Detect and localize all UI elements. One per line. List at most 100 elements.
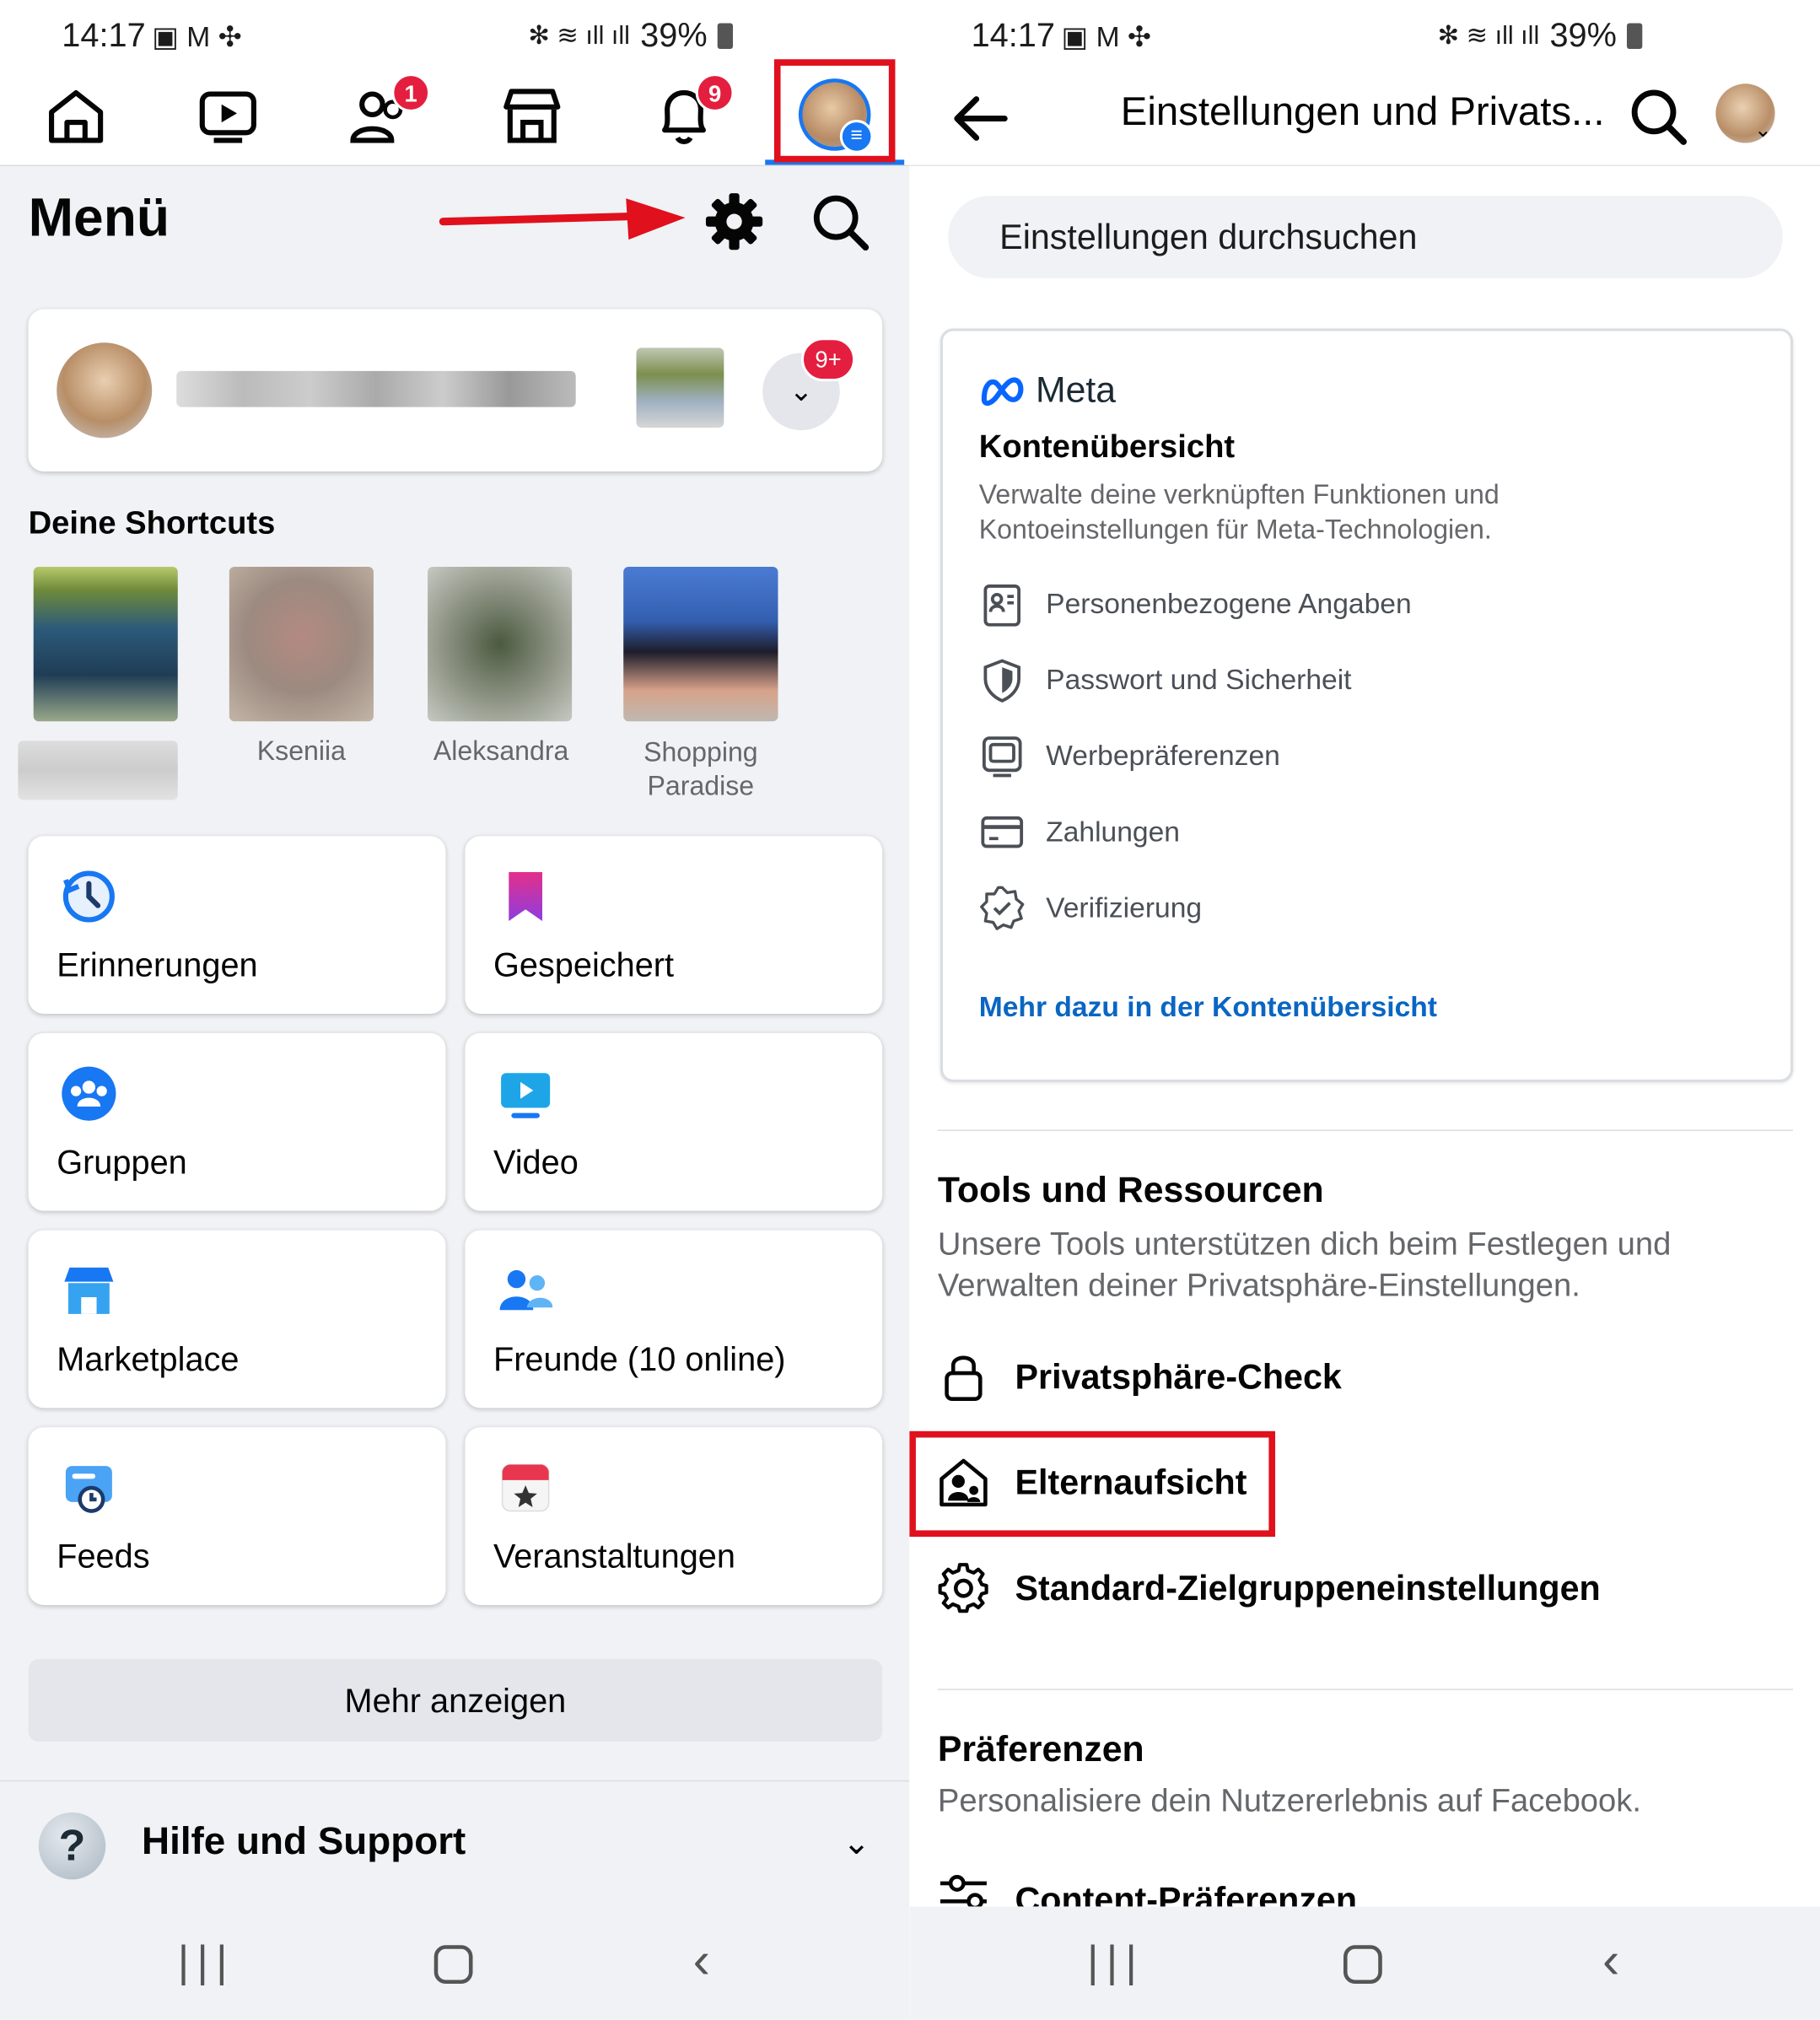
status-bar: 14:17 ▣ M ✣ ✻ ≋ ıll ıll 39% <box>0 0 910 72</box>
signal-icons: ✻ ≋ ıll ıll 39% <box>1437 15 1643 55</box>
search-icon[interactable] <box>809 191 870 252</box>
system-nav-bar: ||| ‹ <box>909 1906 1820 2020</box>
system-nav-bar: ||| ‹ <box>0 1906 910 2020</box>
help-icon: ? <box>38 1812 106 1880</box>
status-time: 14:17 <box>971 15 1055 55</box>
item-label: Zahlungen <box>1046 815 1180 848</box>
shortcut-2-label: Kseniia <box>256 736 346 767</box>
friends-badge: 1 <box>391 73 431 112</box>
meta-logo: Meta <box>979 369 1116 411</box>
status-bar: 14:17 ▣ M ✣ ✻ ≋ ıll ıll 39% <box>909 0 1820 72</box>
tile-label: Veranstaltungen <box>493 1537 735 1576</box>
feeds-icon <box>65 1466 112 1513</box>
profile-badge: 9+ <box>800 337 856 382</box>
watch-icon[interactable] <box>196 83 260 148</box>
video-icon <box>501 1073 551 1118</box>
shortcut-1-label-blurred <box>18 741 178 800</box>
back-icon[interactable]: ‹ <box>1602 1932 1619 1990</box>
tile-groups[interactable]: Gruppen <box>28 1032 446 1211</box>
settings-search-input[interactable]: Einstellungen durchsuchen <box>948 196 1783 278</box>
item-ad-preferences[interactable]: Werbepräferenzen <box>979 733 1280 779</box>
tile-label: Gruppen <box>57 1142 187 1182</box>
profile-thumb-blurred <box>636 347 724 428</box>
notifications-badge: 9 <box>695 73 735 112</box>
accounts-center-link[interactable]: Mehr dazu in der Kontenübersicht <box>979 990 1437 1024</box>
item-label: Werbepräferenzen <box>1046 739 1280 772</box>
tools-description: Unsere Tools unterstützen dich beim Fest… <box>937 1225 1672 1304</box>
settings-header: Einstellungen und Privats... ⌄ <box>909 71 1820 167</box>
item-verification[interactable]: Verifizierung <box>979 885 1202 931</box>
settings-screen: 14:17 ▣ M ✣ ✻ ≋ ıll ıll 39% Einstellunge… <box>909 0 1820 2020</box>
shortcut-2[interactable] <box>227 567 376 726</box>
home-button-icon[interactable] <box>1343 1945 1382 1985</box>
item-label: Passwort und Sicherheit <box>1046 663 1352 696</box>
gear-icon[interactable] <box>703 191 765 252</box>
notification-icons: ▣ M ✣ <box>1061 20 1152 53</box>
highlight-parental-supervision <box>909 1430 1276 1538</box>
shortcut-3[interactable] <box>425 567 574 726</box>
tile-events[interactable]: Veranstaltungen <box>465 1427 883 1606</box>
home-button-icon[interactable] <box>433 1945 473 1985</box>
item-personal-details[interactable]: Personenbezogene Angaben <box>979 581 1412 628</box>
tile-video[interactable]: Video <box>465 1032 883 1211</box>
verified-badge-icon <box>980 886 1025 930</box>
tile-marketplace[interactable]: Marketplace <box>28 1230 446 1409</box>
tile-memories[interactable]: Erinnerungen <box>28 836 446 1014</box>
item-label: Verifizierung <box>1046 891 1203 924</box>
card-title: Kontenübersicht <box>978 428 1236 466</box>
shortcut-1[interactable] <box>18 567 178 726</box>
item-payments[interactable]: Zahlungen <box>979 809 1180 855</box>
shortcut-4[interactable] <box>623 567 778 726</box>
tile-label: Video <box>493 1142 579 1182</box>
shield-icon <box>983 659 1021 703</box>
profile-card[interactable]: ⌄ 9+ <box>28 309 883 471</box>
id-card-icon <box>983 584 1021 627</box>
search-icon[interactable] <box>1625 83 1689 148</box>
help-section[interactable]: ? Hilfe und Support ⌄ <box>0 1781 909 1908</box>
tile-label: Freunde (10 online) <box>493 1339 786 1379</box>
home-icon[interactable] <box>44 83 108 148</box>
meta-infinity-icon <box>981 377 1024 407</box>
accounts-center-card: Meta Kontenübersicht Verwalte deine verk… <box>940 328 1794 1082</box>
tile-label: Marketplace <box>57 1339 240 1379</box>
recent-apps-icon[interactable]: ||| <box>178 1937 235 1988</box>
calendar-icon <box>501 1463 550 1512</box>
shortcut-image <box>623 567 778 722</box>
item-password-security[interactable]: Passwort und Sicherheit <box>979 657 1352 703</box>
groups-icon <box>62 1066 116 1121</box>
more-button[interactable]: Mehr anzeigen <box>28 1659 883 1742</box>
avatar <box>57 342 153 439</box>
profile-name-blurred <box>176 370 576 407</box>
tile-saved[interactable]: Gespeichert <box>465 836 883 1014</box>
screenshot-composite: 14:17 ▣ M ✣ ✻ ≋ ıll ıll 39% 1 9 ≡ Menü ⌄… <box>0 0 1820 2020</box>
lock-icon <box>945 1355 983 1401</box>
shortcut-image <box>428 567 573 722</box>
clock-icon <box>62 870 115 923</box>
menu-screen: 14:17 ▣ M ✣ ✻ ≋ ıll ıll 39% 1 9 ≡ Menü ⌄… <box>0 0 910 2020</box>
monitor-icon <box>982 736 1022 778</box>
tile-label: Erinnerungen <box>57 945 258 984</box>
settings-gear-icon <box>938 1563 988 1613</box>
tile-label: Feeds <box>57 1537 150 1576</box>
item-label: Privatsphäre-Check <box>1015 1357 1342 1396</box>
preferences-title: Präferenzen <box>937 1728 1144 1769</box>
tile-friends[interactable]: Freunde (10 online) <box>465 1230 883 1409</box>
shortcuts-title: Deine Shortcuts <box>28 504 276 541</box>
tools-title: Tools und Ressourcen <box>937 1169 1324 1210</box>
back-icon[interactable]: ‹ <box>693 1932 710 1990</box>
battery-level: 39% <box>640 15 708 55</box>
battery-icon <box>717 22 734 49</box>
recent-apps-icon[interactable]: ||| <box>1087 1937 1144 1988</box>
marketplace-nav-icon[interactable] <box>500 83 564 148</box>
item-label: Standard-Zielgruppeneinstellungen <box>1015 1568 1601 1608</box>
item-default-audience[interactable]: Standard-Zielgruppeneinstellungen <box>938 1561 1601 1615</box>
divider <box>937 1129 1794 1131</box>
shortcut-3-label: Aleksandra <box>433 736 569 767</box>
back-arrow-icon[interactable] <box>948 86 1012 150</box>
notification-icons: ▣ M ✣ <box>152 20 242 53</box>
item-privacy-check[interactable]: Privatsphäre-Check <box>938 1350 1342 1404</box>
tile-feeds[interactable]: Feeds <box>28 1427 446 1606</box>
battery-icon <box>1627 22 1643 49</box>
battery-level: 39% <box>1549 15 1617 55</box>
highlight-profile-tab <box>773 59 896 163</box>
